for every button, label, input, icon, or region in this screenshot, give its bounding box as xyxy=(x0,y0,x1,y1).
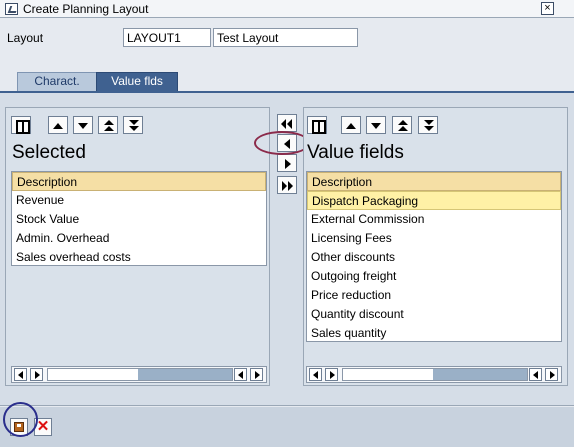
arrow-up-icon xyxy=(346,123,356,129)
double-arrow-down-icon xyxy=(419,117,437,133)
value-fields-heading: Value fields xyxy=(307,142,404,163)
scroll-right-button[interactable] xyxy=(250,368,263,381)
list-item[interactable]: Revenue xyxy=(12,191,266,210)
scroll-left-button[interactable] xyxy=(309,368,322,381)
list-item[interactable]: Licensing Fees xyxy=(307,229,561,248)
list-item[interactable]: Price reduction xyxy=(307,286,561,305)
arrow-left-icon xyxy=(313,371,318,379)
scroll-right-button[interactable] xyxy=(325,368,338,381)
move-all-left-button[interactable] xyxy=(277,114,297,132)
edit-window-icon xyxy=(5,3,18,15)
left-move-top-button[interactable] xyxy=(98,116,118,134)
left-move-up-button[interactable] xyxy=(48,116,68,134)
tab-value-fields[interactable]: Value flds xyxy=(96,72,178,91)
left-find-button[interactable] xyxy=(11,116,31,134)
selected-list-header[interactable]: Description xyxy=(12,172,266,191)
layout-label: Layout xyxy=(7,31,44,45)
find-icon xyxy=(12,117,30,134)
right-move-top-button[interactable] xyxy=(392,116,412,134)
arrow-right-icon xyxy=(255,371,260,379)
layout-description-field[interactable]: Test Layout xyxy=(213,28,358,47)
double-arrow-up-icon xyxy=(393,117,411,133)
list-item[interactable]: Admin. Overhead xyxy=(12,229,266,248)
value-fields-list-header[interactable]: Description xyxy=(307,172,561,191)
scroll-thumb[interactable] xyxy=(433,369,527,380)
list-item[interactable]: Outgoing freight xyxy=(307,267,561,286)
double-arrow-up-icon xyxy=(99,117,117,133)
selected-heading: Selected xyxy=(12,142,86,163)
scroll-track[interactable] xyxy=(47,368,233,381)
list-item[interactable]: Dispatch Packaging xyxy=(307,191,561,210)
scroll-left-button[interactable] xyxy=(14,368,27,381)
cancel-icon: ✕ xyxy=(36,418,50,435)
arrow-right-icon xyxy=(35,371,40,379)
move-right-button[interactable] xyxy=(277,154,297,172)
arrow-right-icon xyxy=(330,371,335,379)
right-find-button[interactable] xyxy=(307,116,327,134)
layout-code-field[interactable]: LAYOUT1 xyxy=(123,28,211,47)
window-title: Create Planning Layout xyxy=(23,2,149,16)
list-item[interactable]: Sales overhead costs xyxy=(12,248,266,267)
arrow-down-icon xyxy=(371,123,381,129)
scroll-right-button[interactable] xyxy=(30,368,43,381)
tab-charact[interactable]: Charact. xyxy=(17,72,97,91)
scroll-thumb[interactable] xyxy=(138,369,232,380)
list-item[interactable]: External Commission xyxy=(307,210,561,229)
arrow-right-icon xyxy=(285,159,291,169)
right-move-down-button[interactable] xyxy=(366,116,386,134)
arrow-up-icon xyxy=(53,123,63,129)
arrow-left-icon xyxy=(238,371,243,379)
selected-hscrollbar[interactable] xyxy=(11,366,267,383)
scroll-left-button[interactable] xyxy=(529,368,542,381)
value-fields-hscrollbar[interactable] xyxy=(306,366,562,383)
right-move-up-button[interactable] xyxy=(341,116,361,134)
left-move-bottom-button[interactable] xyxy=(123,116,143,134)
list-item[interactable]: Other discounts xyxy=(307,248,561,267)
right-move-bottom-button[interactable] xyxy=(418,116,438,134)
arrow-down-icon xyxy=(78,123,88,129)
find-icon xyxy=(308,117,326,134)
selected-list: Description Revenue Stock Value Admin. O… xyxy=(11,171,267,266)
scroll-left-button[interactable] xyxy=(234,368,247,381)
scroll-right-button[interactable] xyxy=(545,368,558,381)
list-item[interactable]: Quantity discount xyxy=(307,305,561,324)
list-item[interactable]: Sales quantity xyxy=(307,324,561,343)
arrow-left-icon xyxy=(18,371,23,379)
bottom-toolbar xyxy=(0,407,574,447)
move-all-right-button[interactable] xyxy=(277,176,297,194)
title-bar: Create Planning Layout × xyxy=(0,0,574,18)
close-button[interactable]: × xyxy=(541,2,554,15)
left-move-down-button[interactable] xyxy=(73,116,93,134)
arrow-left-icon xyxy=(533,371,538,379)
list-item[interactable]: Stock Value xyxy=(12,210,266,229)
value-fields-list: Description Dispatch Packaging External … xyxy=(306,171,562,342)
arrow-right-icon xyxy=(550,371,555,379)
double-arrow-down-icon xyxy=(124,117,142,133)
scroll-track[interactable] xyxy=(342,368,528,381)
annotation-ellipse xyxy=(254,131,310,155)
annotation-circle xyxy=(3,402,38,437)
